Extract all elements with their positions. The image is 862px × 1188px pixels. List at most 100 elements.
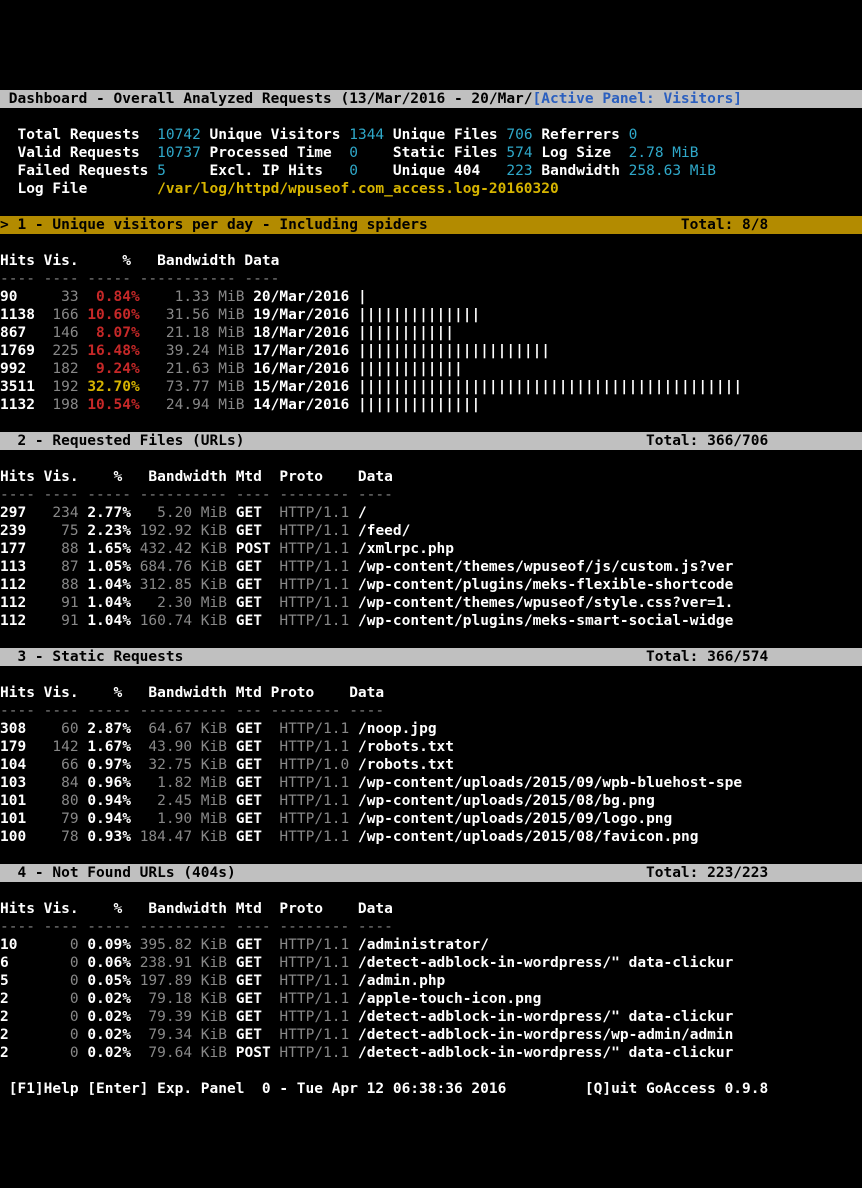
pct-value: 2.23% xyxy=(87,523,131,539)
proto-value: HTTP/1.1 xyxy=(279,793,349,809)
panel-3-header[interactable]: 3 - Static Requests Total: 366/574 xyxy=(0,648,862,666)
pct-value: 16.48% xyxy=(87,343,139,359)
method-value: GET xyxy=(236,757,271,773)
panel-2-row[interactable]: 239 75 2.23% 192.92 KiB GET HTTP/1.1 /fe… xyxy=(0,522,862,540)
panel-1-row[interactable]: 1769 225 16.48% 39.24 MiB 17/Mar/2016 ||… xyxy=(0,342,862,360)
failed-requests-value: 5 xyxy=(157,163,166,179)
panel-2-row[interactable]: 112 91 1.04% 2.30 MiB GET HTTP/1.1 /wp-c… xyxy=(0,594,862,612)
proto-value: HTTP/1.1 xyxy=(279,559,349,575)
blank-line xyxy=(0,450,862,468)
hits-value: 1132 xyxy=(0,397,35,413)
proto-value: HTTP/1.1 xyxy=(279,991,349,1007)
vis-value: 146 xyxy=(44,325,79,341)
log-file-value: /var/log/httpd/wpuseof.com_access.log-20… xyxy=(157,181,559,197)
hits-value: 2 xyxy=(0,991,35,1007)
vis-value: 225 xyxy=(44,343,79,359)
panel-2-row[interactable]: 112 91 1.04% 160.74 KiB GET HTTP/1.1 /wp… xyxy=(0,612,862,630)
panel-3-row[interactable]: 103 84 0.96% 1.82 MiB GET HTTP/1.1 /wp-c… xyxy=(0,774,862,792)
bandwidth-value: 2.30 MiB xyxy=(140,595,227,611)
vis-value: 182 xyxy=(44,361,79,377)
vis-value: 91 xyxy=(44,595,79,611)
panel-4-row[interactable]: 2 0 0.02% 79.18 KiB GET HTTP/1.1 /apple-… xyxy=(0,990,862,1008)
panel-3-row[interactable]: 101 80 0.94% 2.45 MiB GET HTTP/1.1 /wp-c… xyxy=(0,792,862,810)
panel-1-row[interactable]: 1132 198 10.54% 24.94 MiB 14/Mar/2016 ||… xyxy=(0,396,862,414)
hits-value: 103 xyxy=(0,775,35,791)
panel-2-row[interactable]: 113 87 1.05% 684.76 KiB GET HTTP/1.1 /wp… xyxy=(0,558,862,576)
hits-value: 113 xyxy=(0,559,35,575)
bandwidth-value: 160.74 KiB xyxy=(140,613,227,629)
hits-value: 239 xyxy=(0,523,35,539)
panel-4-row[interactable]: 2 0 0.02% 79.34 KiB GET HTTP/1.1 /detect… xyxy=(0,1026,862,1044)
hits-value: 104 xyxy=(0,757,35,773)
unique-files-value: 706 xyxy=(506,127,532,143)
hits-value: 100 xyxy=(0,829,35,845)
pct-value: 0.02% xyxy=(87,1009,131,1025)
method-value: GET xyxy=(236,793,271,809)
panel-3-row[interactable]: 308 60 2.87% 64.67 KiB GET HTTP/1.1 /noo… xyxy=(0,720,862,738)
method-value: GET xyxy=(236,775,271,791)
panel-1-row[interactable]: 867 146 8.07% 21.18 MiB 18/Mar/2016 ||||… xyxy=(0,324,862,342)
bandwidth-value: 184.47 KiB xyxy=(140,829,227,845)
data-value: /xmlrpc.php xyxy=(358,541,454,557)
bandwidth-value: 79.39 KiB xyxy=(140,1009,227,1025)
panel-2-row[interactable]: 297 234 2.77% 5.20 MiB GET HTTP/1.1 / xyxy=(0,504,862,522)
bar-chart-icon: ||||||||||| xyxy=(358,325,454,341)
data-value: /feed/ xyxy=(358,523,410,539)
proto-value: HTTP/1.1 xyxy=(279,973,349,989)
method-value: POST xyxy=(236,541,271,557)
panel-2-row[interactable]: 177 88 1.65% 432.42 KiB POST HTTP/1.1 /x… xyxy=(0,540,862,558)
vis-value: 0 xyxy=(44,955,79,971)
pct-value: 1.67% xyxy=(87,739,131,755)
bar-chart-icon: ||||||||||||||||||||||||||||||||||||||||… xyxy=(358,379,742,395)
panel-4-row[interactable]: 5 0 0.05% 197.89 KiB GET HTTP/1.1 /admin… xyxy=(0,972,862,990)
method-value: GET xyxy=(236,811,271,827)
panel-4-row[interactable]: 10 0 0.09% 395.82 KiB GET HTTP/1.1 /admi… xyxy=(0,936,862,954)
proto-value: HTTP/1.1 xyxy=(279,613,349,629)
bandwidth-value: 24.94 MiB xyxy=(148,397,244,413)
bandwidth-value: 5.20 MiB xyxy=(140,505,227,521)
panel-4-header[interactable]: 4 - Not Found URLs (404s) Total: 223/223 xyxy=(0,864,862,882)
bandwidth-value: 43.90 KiB xyxy=(140,739,227,755)
vis-value: 0 xyxy=(44,991,79,1007)
vis-value: 80 xyxy=(44,793,79,809)
hits-value: 5 xyxy=(0,973,35,989)
panel-1-row[interactable]: 992 182 9.24% 21.63 MiB 16/Mar/2016 ||||… xyxy=(0,360,862,378)
data-value: / xyxy=(358,505,367,521)
panel-3-row[interactable]: 101 79 0.94% 1.90 MiB GET HTTP/1.1 /wp-c… xyxy=(0,810,862,828)
proto-value: HTTP/1.1 xyxy=(279,523,349,539)
blank-line xyxy=(0,198,862,216)
vis-value: 0 xyxy=(44,1045,79,1061)
panel-3-row[interactable]: 104 66 0.97% 32.75 KiB GET HTTP/1.0 /rob… xyxy=(0,756,862,774)
proto-value: HTTP/1.1 xyxy=(279,505,349,521)
pct-value: 0.05% xyxy=(87,973,131,989)
footer-bar[interactable]: [F1]Help [Enter] Exp. Panel 0 - Tue Apr … xyxy=(0,1080,862,1098)
title-text: Dashboard - Overall Analyzed Requests (1… xyxy=(0,91,533,107)
panel-1-header[interactable]: > 1 - Unique visitors per day - Includin… xyxy=(0,216,862,234)
panel-1-row[interactable]: 1138 166 10.60% 31.56 MiB 19/Mar/2016 ||… xyxy=(0,306,862,324)
panel-4-row[interactable]: 2 0 0.02% 79.39 KiB GET HTTP/1.1 /detect… xyxy=(0,1008,862,1026)
blank-line xyxy=(0,108,862,126)
bandwidth-value: 21.18 MiB xyxy=(148,325,244,341)
panel-4-row[interactable]: 2 0 0.02% 79.64 KiB POST HTTP/1.1 /detec… xyxy=(0,1044,862,1062)
panel-4-row[interactable]: 6 0 0.06% 238.91 KiB GET HTTP/1.1 /detec… xyxy=(0,954,862,972)
date-value: 16/Mar/2016 xyxy=(253,361,349,377)
bandwidth-value: 2.45 MiB xyxy=(140,793,227,809)
panel-2-dividers: ---- ---- ----- ---------- ---- --------… xyxy=(0,486,862,504)
panel-2-header[interactable]: 2 - Requested Files (URLs) Total: 366/70… xyxy=(0,432,862,450)
panel-3-row[interactable]: 179 142 1.67% 43.90 KiB GET HTTP/1.1 /ro… xyxy=(0,738,862,756)
panel-3-dividers: ---- ---- ----- ---------- --- -------- … xyxy=(0,702,862,720)
bandwidth-value: 21.63 MiB xyxy=(148,361,244,377)
pct-value: 0.96% xyxy=(87,775,131,791)
panel-1-row[interactable]: 90 33 0.84% 1.33 MiB 20/Mar/2016 | xyxy=(0,288,862,306)
data-value: /noop.jpg xyxy=(358,721,437,737)
date-value: 19/Mar/2016 xyxy=(253,307,349,323)
panel-3-row[interactable]: 100 78 0.93% 184.47 KiB GET HTTP/1.1 /wp… xyxy=(0,828,862,846)
bandwidth-value: 31.56 MiB xyxy=(148,307,244,323)
proto-value: HTTP/1.1 xyxy=(279,1009,349,1025)
panel-1-row[interactable]: 3511 192 32.70% 73.77 MiB 15/Mar/2016 ||… xyxy=(0,378,862,396)
panel-4-dividers: ---- ---- ----- ---------- ---- --------… xyxy=(0,918,862,936)
date-value: 17/Mar/2016 xyxy=(253,343,349,359)
data-value: /wp-content/uploads/2015/08/bg.png xyxy=(358,793,655,809)
panel-2-row[interactable]: 112 88 1.04% 312.85 KiB GET HTTP/1.1 /wp… xyxy=(0,576,862,594)
pct-value: 10.60% xyxy=(87,307,139,323)
